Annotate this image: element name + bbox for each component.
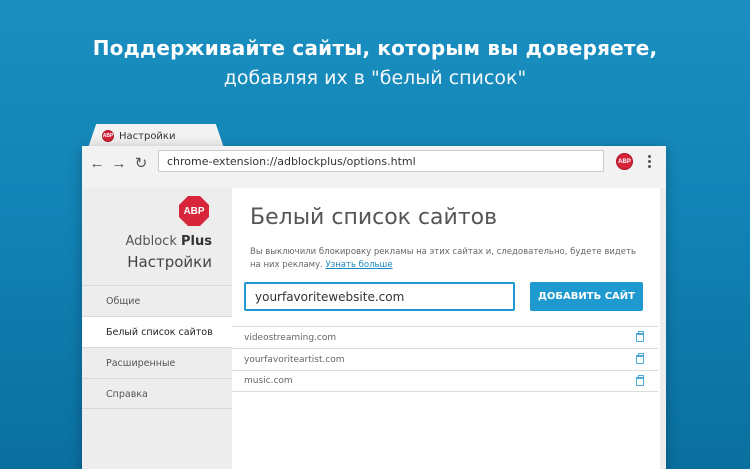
headline-line-1: Поддерживайте сайты, которым вы доверяет…: [92, 36, 658, 60]
sidebar-item-advanced[interactable]: Расширенные: [82, 347, 232, 378]
site-domain: videostreaming.com: [244, 332, 337, 343]
tab-title: Настройки: [119, 130, 176, 142]
brand-name: Adblock Plus: [125, 234, 212, 249]
brand: Adblock Plus Настройки: [125, 234, 212, 271]
sidebar-item-whitelist[interactable]: Белый список сайтов: [82, 316, 232, 347]
add-site-button[interactable]: ДОБАВИТЬ САЙТ: [530, 282, 643, 311]
sidebar-item-help[interactable]: Справка: [82, 378, 232, 409]
browser-window: ← → ↻ chrome-extension://adblockplus/opt…: [82, 146, 666, 469]
menu-dots-icon[interactable]: [644, 152, 654, 170]
list-item: yourfavoriteartist.com: [232, 348, 658, 370]
abp-favicon-icon: ABP: [102, 130, 114, 142]
sidebar-item-general[interactable]: Общие: [82, 285, 232, 316]
headline: Поддерживайте сайты, которым вы доверяет…: [0, 36, 750, 89]
whitelist-list: videostreaming.com yourfavoriteartist.co…: [232, 326, 658, 392]
list-item: music.com: [232, 370, 658, 392]
reload-icon[interactable]: ↻: [130, 152, 152, 174]
trash-icon[interactable]: [636, 374, 644, 386]
trash-icon[interactable]: [636, 353, 644, 364]
back-arrow-icon[interactable]: ←: [86, 152, 108, 174]
headline-line-2: добавляя их в "белый список": [223, 67, 527, 89]
sidebar-nav: Общие Белый список сайтов Расширенные Сп…: [82, 285, 232, 409]
sidebar-subtitle: Настройки: [127, 253, 212, 271]
page-title: Белый список сайтов: [250, 205, 498, 230]
learn-more-link[interactable]: Узнать больше: [326, 260, 393, 270]
description: Вы выключили блокировку рекламы на этих …: [250, 247, 636, 270]
trash-icon[interactable]: [636, 331, 644, 342]
browser-tab[interactable]: ABP Настройки: [88, 124, 224, 148]
main-panel: Белый список сайтов Вы выключили блокиро…: [232, 188, 660, 469]
list-item: videostreaming.com: [232, 326, 658, 348]
abp-extension-icon[interactable]: ABP: [616, 153, 633, 170]
website-input[interactable]: yourfavoritewebsite.com: [244, 282, 515, 311]
site-domain: music.com: [244, 376, 293, 386]
options-page: ABP Adblock Plus Настройки Общие Белый с…: [82, 188, 666, 469]
site-domain: yourfavoriteartist.com: [244, 354, 345, 365]
address-bar[interactable]: chrome-extension://adblockplus/options.h…: [158, 150, 604, 172]
forward-arrow-icon[interactable]: →: [108, 152, 130, 174]
sidebar: ABP Adblock Plus Настройки Общие Белый с…: [82, 188, 232, 469]
abp-logo-icon: ABP: [179, 196, 209, 226]
